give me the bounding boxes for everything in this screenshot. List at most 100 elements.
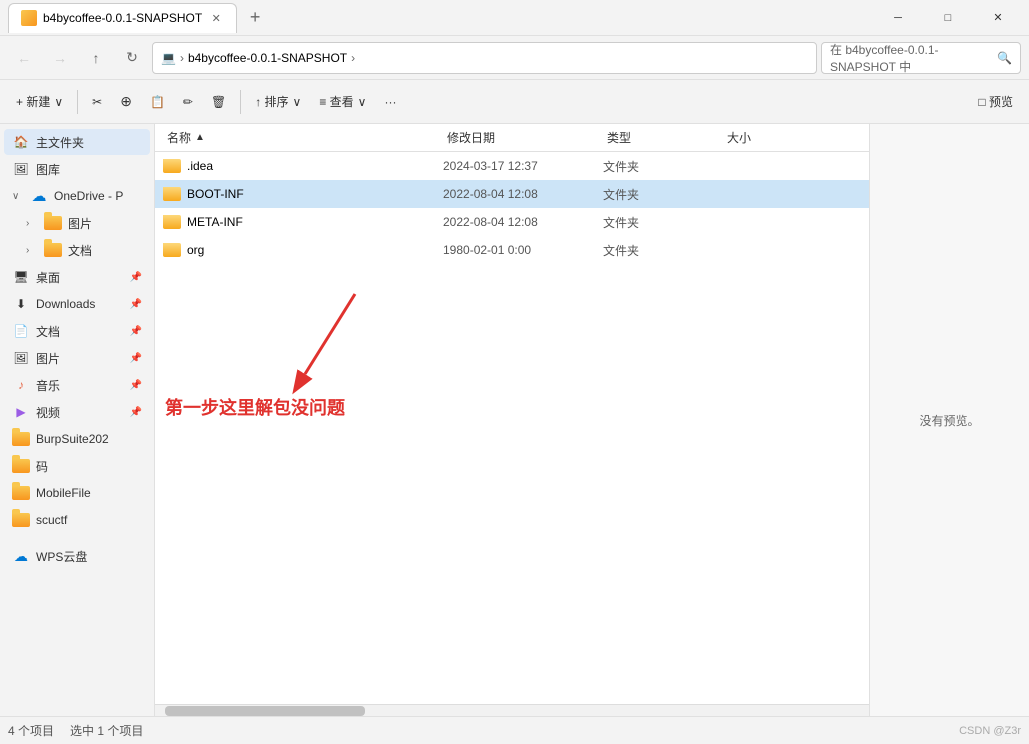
tab-active[interactable]: b4bycoffee-0.0.1-SNAPSHOT ✕	[8, 3, 237, 33]
file-label-boot: BOOT-INF	[187, 187, 244, 201]
burp-folder-icon	[12, 430, 30, 448]
file-row[interactable]: .idea 2024-03-17 12:37 文件夹	[155, 152, 869, 180]
sidebar-item-pictures[interactable]: › 图片	[4, 210, 150, 236]
file-date-meta: 2022-08-04 12:08	[443, 215, 603, 229]
refresh-button[interactable]: ↻	[116, 42, 148, 74]
tab-title: b4bycoffee-0.0.1-SNAPSHOT	[43, 11, 202, 25]
sidebar-label-videos: 视频	[36, 404, 60, 421]
breadcrumb-path: b4bycoffee-0.0.1-SNAPSHOT	[188, 51, 347, 65]
sort-arrow: ∨	[293, 95, 302, 109]
breadcrumb[interactable]: 💻 › b4bycoffee-0.0.1-SNAPSHOT ›	[152, 42, 817, 74]
view-arrow: ∨	[358, 95, 367, 109]
scu-folder-icon	[12, 511, 30, 529]
expand-arrow-pictures: ›	[26, 218, 38, 229]
sidebar-item-music[interactable]: ♪ 音乐 📌	[4, 372, 150, 398]
sidebar-item-images[interactable]: 🖼 图库	[4, 156, 150, 182]
file-type-idea: 文件夹	[603, 158, 723, 175]
col-header-name[interactable]: 名称 ▲	[163, 124, 443, 151]
address-bar: ← → ↑ ↻ 💻 › b4bycoffee-0.0.1-SNAPSHOT › …	[0, 36, 1029, 80]
rename-button[interactable]: ✏	[175, 86, 201, 118]
pin-icon-desktop: 📌	[130, 272, 142, 283]
sidebar-item-onedrive[interactable]: ∨ ☁ OneDrive - P	[4, 183, 150, 209]
more-button[interactable]: ···	[376, 86, 404, 118]
copy-button[interactable]: ⊕	[112, 86, 140, 118]
folder-icon-org	[163, 243, 181, 257]
folder-icon-idea	[163, 159, 181, 173]
sidebar-item-documents[interactable]: 📄 文档 📌	[4, 318, 150, 344]
docs-folder-icon	[44, 241, 62, 259]
file-rows: .idea 2024-03-17 12:37 文件夹 BOOT-INF 2022…	[155, 152, 869, 704]
new-label: + 新建	[16, 93, 50, 110]
status-bar: 4 个项目 选中 1 个项目 CSDN @Z3r	[0, 716, 1029, 744]
horizontal-scrollbar[interactable]	[155, 704, 869, 716]
sidebar-label-wps: WPS云盘	[36, 548, 87, 565]
desktop-icon: 🖥	[12, 268, 30, 286]
search-icon: 🔍	[997, 51, 1012, 65]
sidebar-item-videos[interactable]: ▶ 视频 📌	[4, 399, 150, 425]
file-row-org[interactable]: org 1980-02-01 0:00 文件夹	[155, 236, 869, 264]
cut-button[interactable]: ✂	[84, 86, 110, 118]
toolbar: + 新建 ∨ ✂ ⊕ 📋 ✏ 🗑 ↑ 排序 ∨ ≡ 查看 ∨ ··· □ 预览	[0, 80, 1029, 124]
expand-arrow-icon: ∨	[12, 191, 24, 202]
sidebar-item-piclib[interactable]: 🖼 图片 📌	[4, 345, 150, 371]
sidebar-item-code[interactable]: 码	[4, 453, 150, 479]
more-icon: ···	[384, 95, 396, 109]
new-tab-button[interactable]: +	[241, 4, 269, 32]
up-button[interactable]: ↑	[80, 42, 112, 74]
col-header-size[interactable]: 大小	[723, 124, 803, 151]
sidebar-item-mobile[interactable]: MobileFile	[4, 480, 150, 506]
maximize-button[interactable]: □	[925, 3, 971, 33]
file-row-selected[interactable]: BOOT-INF 2022-08-04 12:08 文件夹	[155, 180, 869, 208]
pictures-folder-icon	[44, 214, 62, 232]
sidebar-item-desktop[interactable]: 🖥 桌面 📌	[4, 264, 150, 290]
tab-close-button[interactable]: ✕	[208, 10, 224, 26]
scroll-thumb[interactable]	[165, 706, 365, 716]
main-layout: 🏠 主文件夹 🖼 图库 ∨ ☁ OneDrive - P › 图片 › 文档	[0, 124, 1029, 716]
sort-button[interactable]: ↑ 排序 ∨	[247, 86, 309, 118]
file-label-meta: META-INF	[187, 215, 243, 229]
minimize-button[interactable]: ─	[875, 3, 921, 33]
forward-button[interactable]: →	[44, 42, 76, 74]
folder-icon-meta	[163, 215, 181, 229]
sidebar-label-scu: scuctf	[36, 513, 67, 527]
paste-button[interactable]: 📋	[142, 86, 173, 118]
preview-pane: 没有预览。	[869, 124, 1029, 716]
sidebar-item-scu[interactable]: scuctf	[4, 507, 150, 533]
delete-button[interactable]: 🗑	[203, 86, 234, 118]
watermark: CSDN @Z3r	[959, 725, 1021, 737]
file-type-meta: 文件夹	[603, 214, 723, 231]
file-name-idea: .idea	[163, 159, 443, 173]
selected-count: 选中 1 个项目	[70, 722, 143, 739]
col-header-type[interactable]: 类型	[603, 124, 723, 151]
gallery-icon: 🖼	[12, 160, 30, 178]
preview-button[interactable]: □ 预览	[970, 86, 1021, 118]
file-pane: 名称 ▲ 修改日期 类型 大小 .idea 2024-03-17 12:37 文	[155, 124, 869, 716]
breadcrumb-sep-2: ›	[351, 51, 355, 65]
view-button[interactable]: ≡ 查看 ∨	[311, 86, 374, 118]
file-type-org: 文件夹	[603, 242, 723, 259]
pin-icon-documents: 📌	[130, 326, 142, 337]
window-controls: ─ □ ✕	[875, 3, 1021, 33]
file-row-meta[interactable]: META-INF 2022-08-04 12:08 文件夹	[155, 208, 869, 236]
back-button[interactable]: ←	[8, 42, 40, 74]
close-button[interactable]: ✕	[975, 3, 1021, 33]
sidebar-item-docs[interactable]: › 文档	[4, 237, 150, 263]
pin-icon-piclib: 📌	[130, 353, 142, 364]
col-header-date[interactable]: 修改日期	[443, 124, 603, 151]
annotation-arrow-svg	[285, 284, 385, 404]
search-placeholder: 在 b4bycoffee-0.0.1-SNAPSHOT 中	[830, 41, 993, 75]
sidebar-item-wps[interactable]: ☁ WPS云盘	[4, 543, 150, 569]
sidebar-label-onedrive: OneDrive - P	[54, 189, 123, 203]
expand-arrow-docs: ›	[26, 245, 38, 256]
sidebar-label-mobile: MobileFile	[36, 486, 91, 500]
sidebar-item-downloads[interactable]: ⬇ Downloads 📌	[4, 291, 150, 317]
file-label-org: org	[187, 243, 204, 257]
sidebar-item-home[interactable]: 🏠 主文件夹	[4, 129, 150, 155]
sidebar-label-images: 图库	[36, 161, 60, 178]
paste-icon: 📋	[150, 95, 165, 109]
new-button[interactable]: + 新建 ∨	[8, 86, 71, 118]
search-box[interactable]: 在 b4bycoffee-0.0.1-SNAPSHOT 中 🔍	[821, 42, 1021, 74]
sidebar-item-burp[interactable]: BurpSuite202	[4, 426, 150, 452]
mobile-folder-icon	[12, 484, 30, 502]
sidebar-label-code: 码	[36, 458, 48, 475]
